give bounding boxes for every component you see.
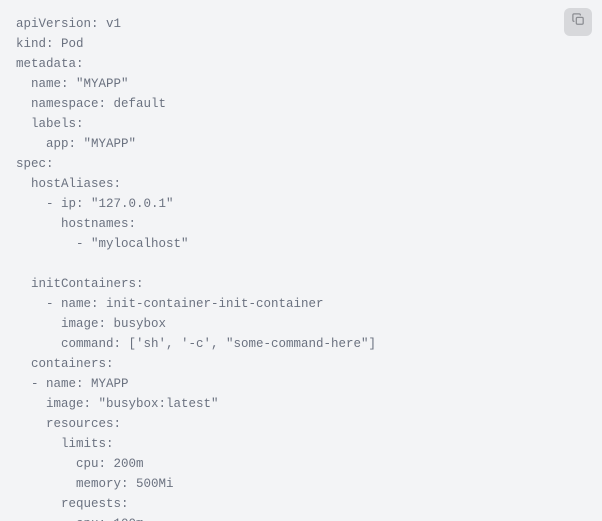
copy-button[interactable]: [564, 8, 592, 36]
copy-icon: [571, 12, 586, 32]
code-block: apiVersion: v1 kind: Pod metadata: name:…: [0, 0, 602, 521]
yaml-code: apiVersion: v1 kind: Pod metadata: name:…: [16, 14, 586, 521]
